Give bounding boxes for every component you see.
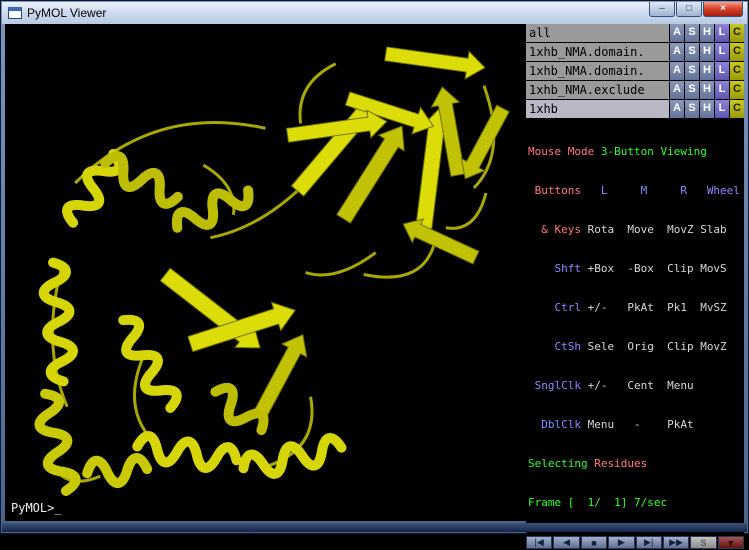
label-button[interactable]: L (715, 24, 729, 42)
fast-forward-button[interactable]: ▶▶ (663, 536, 689, 549)
panel-toggle-button[interactable]: ▼ (718, 536, 744, 549)
frame-counter: Frame [ 1/ 1] 7/sec (528, 496, 667, 509)
ctsh-line: CtSh Sele Orig Clip MovZ (528, 340, 744, 353)
hide-button[interactable]: H (700, 100, 714, 118)
ctrl-values: +/- PkAt Pk1 MvSZ (581, 301, 727, 314)
ctrl-label: Ctrl (528, 301, 581, 314)
control-panel: all A S H L C 1xhb_NMA.domain. A S H L C… (526, 24, 744, 521)
stop-button[interactable]: ■ (581, 536, 607, 549)
keys-label: & Keys (528, 223, 581, 236)
movie-controls: |◀ ◀ ■ ▶ ▶| ▶▶ S ▼ (526, 535, 744, 550)
show-button[interactable]: S (685, 81, 699, 99)
keys-line: & Keys Rota Move MovZ Slab (528, 223, 744, 236)
label-button[interactable]: L (715, 81, 729, 99)
shift-values: +Box -Box Clip MovS (581, 262, 727, 275)
snglclk-values: +/- Cent Menu (581, 379, 694, 392)
object-list: all A S H L C 1xhb_NMA.domain. A S H L C… (526, 24, 744, 119)
buttons-header-line: Buttons L M R Wheel (528, 184, 744, 197)
object-row: 1xhb_NMA.domain. A S H L C (526, 43, 744, 61)
mouse-mode-value[interactable]: 3-Button Viewing (601, 145, 707, 158)
frame-line: Frame [ 1/ 1] 7/sec (528, 496, 744, 509)
snglclk-line: SnglClk +/- Cent Menu (528, 379, 744, 392)
action-button[interactable]: A (670, 81, 684, 99)
scene-button[interactable]: S (690, 536, 716, 549)
close-button[interactable]: × (703, 2, 743, 17)
dblclk-values: Menu - PkAt (581, 418, 694, 431)
action-button[interactable]: A (670, 100, 684, 118)
command-prompt[interactable]: PyMOL>_ (11, 501, 62, 515)
protein-structure-icon (5, 24, 526, 521)
dblclk-label: DblClk (528, 418, 581, 431)
keys-values: Rota Move MovZ Slab (581, 223, 727, 236)
snglclk-label: SnglClk (528, 379, 581, 392)
show-button[interactable]: S (685, 24, 699, 42)
action-button[interactable]: A (670, 24, 684, 42)
step-forward-button[interactable]: ▶| (636, 536, 662, 549)
window-content: PyMOL>_ all A S H L C 1xhb_NMA.domain. A… (5, 24, 744, 521)
maximize-button[interactable]: □ (676, 2, 702, 17)
label-button[interactable]: L (715, 100, 729, 118)
color-button[interactable]: C (730, 24, 744, 42)
window-title: PyMOL Viewer (27, 6, 106, 20)
shift-line: Shft +Box -Box Clip MovS (528, 262, 744, 275)
color-button[interactable]: C (730, 81, 744, 99)
action-button[interactable]: A (670, 43, 684, 61)
step-back-button[interactable]: ◀ (553, 536, 579, 549)
mouse-panel: Mouse Mode 3-Button Viewing Buttons L M … (526, 119, 744, 535)
object-row: all A S H L C (526, 24, 744, 42)
object-name[interactable]: 1xhb_NMA.exclude (526, 81, 669, 99)
rewind-button[interactable]: |◀ (526, 536, 552, 549)
object-name[interactable]: 1xhb_NMA.domain. (526, 62, 669, 80)
app-icon (8, 7, 22, 19)
object-name[interactable]: all (526, 24, 669, 42)
object-row: 1xhb_NMA.domain. A S H L C (526, 62, 744, 80)
selecting-line: Selecting Residues (528, 457, 744, 470)
show-button[interactable]: S (685, 100, 699, 118)
color-button[interactable]: C (730, 62, 744, 80)
mouse-mode-label: Mouse Mode (528, 145, 601, 158)
show-button[interactable]: S (685, 43, 699, 61)
object-name[interactable]: 1xhb (526, 100, 669, 118)
title-bar[interactable]: PyMOL Viewer – □ × (2, 2, 747, 24)
object-name[interactable]: 1xhb_NMA.domain. (526, 43, 669, 61)
buttons-label: Buttons (528, 184, 581, 197)
pymol-window: PyMOL Viewer – □ × (0, 0, 749, 534)
ctsh-label: CtSh (528, 340, 581, 353)
ctsh-values: Sele Orig Clip MovZ (581, 340, 727, 353)
play-button[interactable]: ▶ (608, 536, 634, 549)
minimize-button[interactable]: – (649, 2, 675, 17)
hide-button[interactable]: H (700, 24, 714, 42)
selecting-label[interactable]: Selecting (528, 457, 594, 470)
label-button[interactable]: L (715, 62, 729, 80)
viewport-3d[interactable]: PyMOL>_ (5, 24, 526, 521)
ctrl-line: Ctrl +/- PkAt Pk1 MvSZ (528, 301, 744, 314)
object-row-selected: 1xhb A S H L C (526, 100, 744, 118)
shift-label: Shft (528, 262, 581, 275)
hide-button[interactable]: H (700, 62, 714, 80)
color-button[interactable]: C (730, 43, 744, 61)
mouse-mode-line: Mouse Mode 3-Button Viewing (528, 145, 744, 158)
color-button[interactable]: C (730, 100, 744, 118)
show-button[interactable]: S (685, 62, 699, 80)
hide-button[interactable]: H (700, 43, 714, 61)
hide-button[interactable]: H (700, 81, 714, 99)
dblclk-line: DblClk Menu - PkAt (528, 418, 744, 431)
selecting-mode[interactable]: Residues (594, 457, 647, 470)
action-button[interactable]: A (670, 62, 684, 80)
object-row: 1xhb_NMA.exclude A S H L C (526, 81, 744, 99)
label-button[interactable]: L (715, 43, 729, 61)
buttons-columns: L M R Wheel (581, 184, 740, 197)
